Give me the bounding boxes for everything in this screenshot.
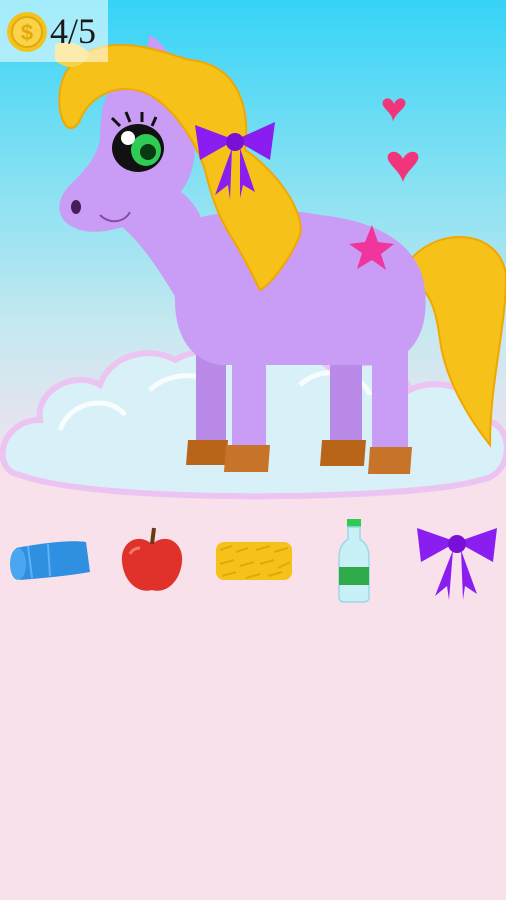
apple-item[interactable] bbox=[112, 510, 192, 610]
bow-item[interactable] bbox=[412, 510, 502, 610]
purple-bow-icon bbox=[417, 528, 497, 600]
coin-count-text: 4/5 bbox=[50, 11, 97, 51]
towel-item[interactable] bbox=[6, 510, 96, 610]
heart-icon bbox=[382, 98, 406, 122]
heart-icon bbox=[387, 151, 419, 182]
dollar-coin-icon: $ bbox=[7, 12, 47, 52]
svg-text:$: $ bbox=[21, 20, 33, 45]
red-apple-icon bbox=[121, 527, 183, 591]
pony-scene bbox=[0, 35, 506, 500]
hay-item[interactable] bbox=[210, 510, 298, 610]
water-bottle-icon bbox=[338, 519, 370, 603]
coin-counter-panel: $ 4/5 bbox=[0, 0, 108, 62]
water-bottle-item[interactable] bbox=[326, 510, 382, 610]
blue-towel-roll-icon bbox=[10, 541, 90, 580]
hay-bale-icon bbox=[216, 542, 292, 580]
